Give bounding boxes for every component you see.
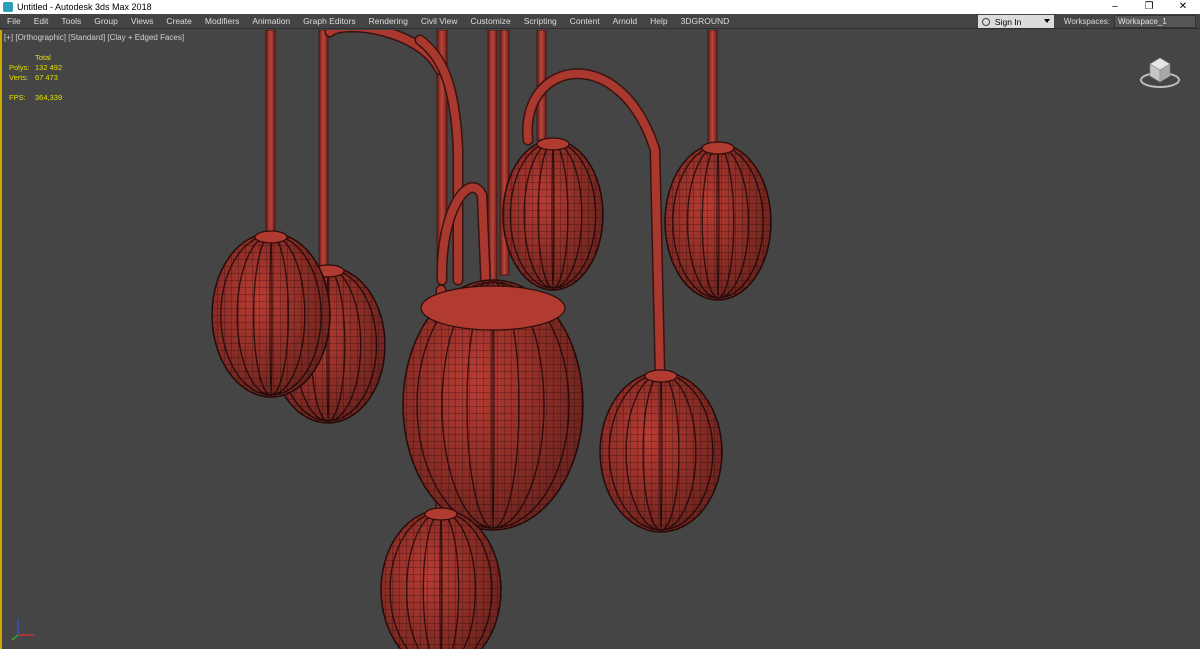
menu-item-scripting[interactable]: Scripting — [517, 16, 563, 26]
menu-item-3dground[interactable]: 3DGROUND — [674, 16, 736, 26]
3dsmax-app-icon — [3, 2, 13, 12]
lamp-shade — [502, 137, 604, 291]
menu-item-content[interactable]: Content — [563, 16, 606, 26]
menu-item-customize[interactable]: Customize — [464, 16, 517, 26]
title-bar: Untitled - Autodesk 3ds Max 2018 – ❐ ✕ — [0, 0, 1200, 14]
restore-button[interactable]: ❐ — [1132, 0, 1166, 14]
sign-in-label: Sign In — [994, 16, 1022, 27]
verts-value: 67 473 — [35, 73, 58, 82]
minimize-button[interactable]: – — [1098, 0, 1132, 14]
lamp-shade — [211, 230, 331, 398]
close-button[interactable]: ✕ — [1166, 0, 1200, 14]
menu-right: Sign In Workspaces: Workspace_1 — [977, 14, 1200, 29]
lamp-shade — [402, 279, 584, 531]
scene-render — [211, 30, 772, 649]
menu-item-file[interactable]: File — [0, 16, 27, 26]
menu-item-help[interactable]: Help — [643, 16, 673, 26]
menu-item-views[interactable]: Views — [124, 16, 160, 26]
menu-item-create[interactable]: Create — [159, 16, 198, 26]
stats-header: Total — [35, 53, 51, 62]
verts-label: Verts: — [9, 73, 29, 82]
user-icon — [981, 17, 990, 26]
menu-item-arnold[interactable]: Arnold — [606, 16, 644, 26]
menu-item-modifiers[interactable]: Modifiers — [198, 16, 245, 26]
axis-tripod-icon — [11, 619, 34, 641]
menu-bar: File Edit Tools Group Views Create Modifiers An… — [0, 14, 1200, 29]
workspace-value: Workspace_1 — [1118, 17, 1167, 26]
fps-label: FPS: — [9, 93, 26, 102]
menu-item-animation[interactable]: Animation — [245, 16, 296, 26]
chevron-down-icon — [1043, 19, 1050, 23]
fps-value: 364,339 — [35, 93, 63, 102]
menu-item-group[interactable]: Group — [87, 16, 124, 26]
window-title: Untitled - Autodesk 3ds Max 2018 — [17, 2, 152, 12]
viewcube-icon[interactable] — [1138, 50, 1186, 92]
menu-item-graph-editors[interactable]: Graph Editors — [296, 16, 361, 26]
menu-item-edit[interactable]: Edit — [27, 16, 55, 26]
active-viewport-border — [0, 30, 2, 649]
menu-item-tools[interactable]: Tools — [54, 16, 87, 26]
sign-in-dropdown[interactable]: Sign In — [977, 15, 1054, 28]
rods — [265, 30, 718, 301]
polys-label: Polys: — [9, 63, 30, 72]
workspaces-label: Workspaces: — [1063, 17, 1110, 26]
perspective-viewport[interactable]: [+] [Orthographic] [Standard] [Clay + Ed… — [0, 30, 1200, 649]
menu-item-rendering[interactable]: Rendering — [362, 16, 414, 26]
menu-items: File Edit Tools Group Views Create Modifiers An… — [0, 14, 735, 29]
window-controls: – ❐ ✕ — [1098, 0, 1200, 14]
statistics-overlay: Total Polys: 132 492 Verts: 67 473 FPS: 364… — [9, 53, 62, 103]
menu-item-civil-view[interactable]: Civil View — [414, 16, 464, 26]
lamp-shade — [664, 141, 772, 301]
lamp-shade — [599, 369, 723, 533]
workspace-select[interactable]: Workspace_1 — [1114, 15, 1196, 28]
viewport-label[interactable]: [+] [Orthographic] [Standard] [Clay + Ed… — [4, 33, 184, 42]
polys-value: 132 492 — [35, 63, 63, 72]
